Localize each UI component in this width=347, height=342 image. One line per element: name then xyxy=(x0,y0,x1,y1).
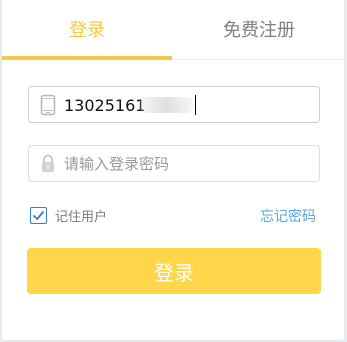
login-panel: 登录 免费注册 13025161 记住用户 忘记密码 登录 xyxy=(1,0,345,341)
remember-user-toggle[interactable]: 记住用户 xyxy=(30,206,107,225)
lock-icon xyxy=(40,153,56,175)
active-tab-indicator xyxy=(2,56,172,60)
login-button-label: 登录 xyxy=(154,260,194,285)
phone-icon xyxy=(40,94,56,116)
login-button[interactable]: 登录 xyxy=(27,248,321,294)
tab-bar: 登录 免费注册 xyxy=(2,0,344,60)
remember-label: 记住用户 xyxy=(55,210,108,225)
tab-register-label: 免费注册 xyxy=(223,20,295,41)
remember-checkbox[interactable] xyxy=(30,207,47,224)
tab-register[interactable]: 免费注册 xyxy=(174,0,344,58)
password-input[interactable] xyxy=(64,152,304,176)
forgot-password-link[interactable]: 忘记密码 xyxy=(260,206,316,226)
tab-login-label: 登录 xyxy=(69,20,105,41)
tab-login[interactable]: 登录 xyxy=(2,0,172,58)
check-icon xyxy=(33,211,44,220)
phone-field[interactable] xyxy=(28,86,320,123)
text-caret xyxy=(195,95,196,115)
redaction-mask xyxy=(139,97,194,113)
password-field[interactable] xyxy=(28,145,320,182)
